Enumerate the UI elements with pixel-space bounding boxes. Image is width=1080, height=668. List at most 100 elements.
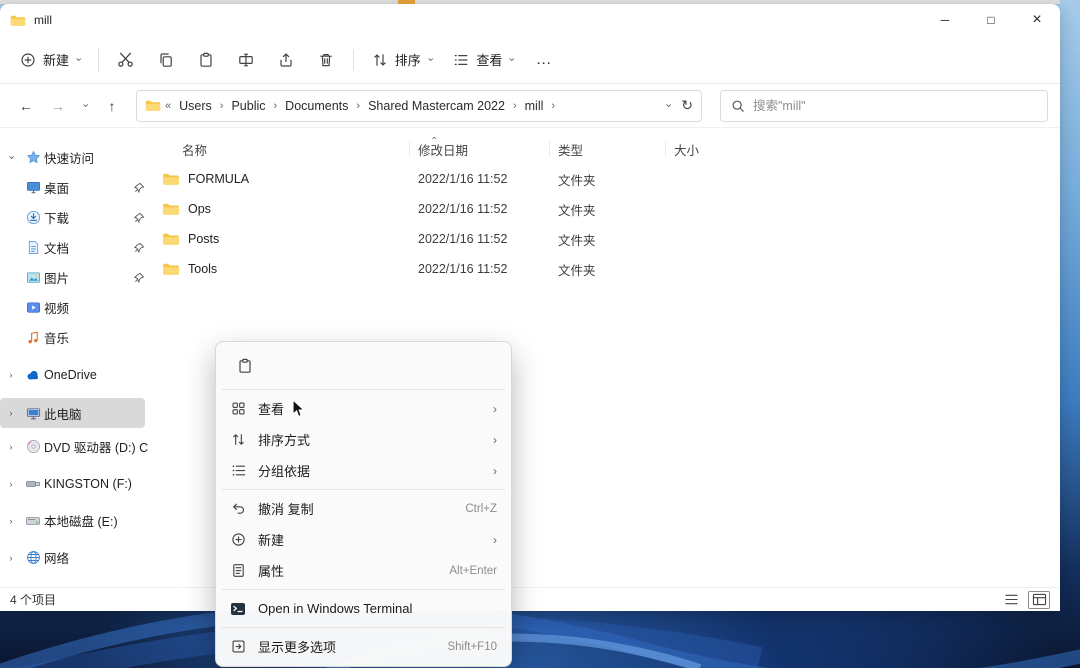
column-header-size[interactable]: 大小 [666,141,736,158]
navigation-bar: ← → › ↑ « Users › Public › Documents › S… [0,84,1060,128]
window-folder-icon [10,14,26,27]
menu-item-undo-copy[interactable]: 撤消 复制 Ctrl+Z [220,493,507,524]
file-date: 2022/1/16 11:52 [418,172,508,186]
sidebar-item-desktop[interactable]: 桌面 [0,172,150,202]
chevron-down-icon: › [505,57,518,62]
sidebar-item-kingston[interactable]: › KINGSTON (F:) [0,465,150,502]
scissors-icon [117,51,134,68]
breadcrumb-documents[interactable]: Documents [281,99,352,113]
chevron-right-icon: › [9,478,13,489]
sidebar-item-label: 桌面 [44,181,70,196]
back-button[interactable]: ← [12,92,40,120]
sidebar-item-this-pc[interactable]: › 此电脑 [0,398,145,428]
view-label: 查看 [476,53,503,68]
cut-button[interactable] [107,43,145,77]
paste-button[interactable] [228,351,262,381]
sidebar-item-music[interactable]: 音乐 [0,322,150,352]
plus-circle-icon [228,532,248,547]
new-button[interactable]: 新建 › [10,43,90,77]
sidebar-item-local-disk[interactable]: › 本地磁盘 (E:) [0,502,150,539]
breadcrumb-separator: › [219,99,224,112]
breadcrumb-separator: › [273,99,278,112]
share-button[interactable] [267,43,305,77]
sort-button[interactable]: 排序 › [362,43,442,77]
file-date: 2022/1/16 11:52 [418,232,508,246]
file-row[interactable]: Tools 2022/1/16 11:52 文件夹 [150,254,1060,284]
list-view-toggle[interactable] [1000,591,1022,609]
search-box[interactable] [720,89,1048,122]
folder-icon [162,172,180,186]
sidebar-item-documents[interactable]: 文档 [0,232,150,262]
breadcrumb-overflow[interactable]: « [163,100,173,112]
breadcrumb-mill[interactable]: mill [521,99,548,113]
menu-separator [222,489,505,490]
sidebar-item-dvd-drive[interactable]: › DVD 驱动器 (D:) CR [0,428,150,465]
clipboard-paste-icon [198,52,214,68]
file-date: 2022/1/16 11:52 [418,262,508,276]
sidebar-item-label: DVD 驱动器 (D:) CR [44,441,148,455]
file-row[interactable]: Posts 2022/1/16 11:52 文件夹 [150,224,1060,254]
maximize-button[interactable]: □ [968,4,1014,36]
file-row[interactable]: FORMULA 2022/1/16 11:52 文件夹 [150,164,1060,194]
file-type: 文件夹 [558,263,596,278]
sidebar-item-network[interactable]: › 网络 [0,539,150,576]
file-row[interactable]: Ops 2022/1/16 11:52 文件夹 [150,194,1060,224]
copy-button[interactable] [147,43,185,77]
sort-ascending-icon: › [428,136,439,140]
status-bar: 4 个项目 [0,587,1060,611]
menu-item-group-by[interactable]: 分组依据 › [220,455,507,486]
window-controls: ─ □ × [922,4,1060,36]
pin-icon [130,212,148,223]
chevron-down-icon: › [424,57,437,62]
dvd-disc-icon [22,439,44,454]
more-options-button[interactable]: … [525,43,563,77]
paste-button[interactable] [187,43,225,77]
menu-item-new[interactable]: 新建 › [220,524,507,555]
rename-button[interactable] [227,43,265,77]
sidebar-item-downloads[interactable]: 下载 [0,202,150,232]
column-header-date[interactable]: 修改日期 [410,141,550,158]
breadcrumb-public[interactable]: Public [227,99,269,113]
menu-item-show-more-options[interactable]: 显示更多选项 Shift+F10 [220,631,507,662]
up-button[interactable]: ↑ [98,92,126,120]
view-button[interactable]: 查看 › [443,43,523,77]
menu-item-view[interactable]: 查看 › [220,393,507,424]
recent-locations-button[interactable]: › [76,92,94,120]
grid-icon [228,401,248,416]
sidebar-item-videos[interactable]: 视频 [0,292,150,322]
menu-item-sort-by[interactable]: 排序方式 › [220,424,507,455]
menu-item-open-in-terminal[interactable]: Open in Windows Terminal [220,593,507,624]
close-button[interactable]: × [1014,4,1060,36]
search-input[interactable] [753,98,1037,113]
file-name: FORMULA [188,172,250,186]
sidebar-item-onedrive[interactable]: › OneDrive [0,360,150,390]
new-label: 新建 [43,53,70,68]
pin-icon [130,272,148,283]
delete-button[interactable] [307,43,345,77]
refresh-button[interactable]: ↻ [681,97,693,114]
breadcrumb-separator: › [551,99,556,112]
menu-shortcut: Alt+Enter [449,564,497,577]
menu-item-label: Open in Windows Terminal [258,601,413,616]
terminal-icon [228,602,248,616]
videos-icon [22,300,44,315]
menu-separator [222,589,505,590]
column-header-name[interactable]: 名称 [162,141,410,158]
address-bar[interactable]: « Users › Public › Documents › Shared Ma… [136,89,702,122]
forward-button[interactable]: → [44,92,72,120]
minimize-button[interactable]: ─ [922,4,968,36]
breadcrumb-users[interactable]: Users [175,99,216,113]
show-more-options-icon [228,639,248,654]
breadcrumb-shared-mastercam[interactable]: Shared Mastercam 2022 [364,99,509,113]
group-list-icon [228,463,248,478]
sidebar-item-pictures[interactable]: 图片 [0,262,150,292]
sidebar-item-label: 音乐 [44,331,70,346]
sidebar-item-quick-access[interactable]: › 快速访问 [0,142,150,172]
column-header-type[interactable]: 类型 [550,141,666,158]
onedrive-cloud-icon [22,367,44,383]
sidebar-item-label: 图片 [44,271,70,286]
sidebar-item-label: 此电脑 [44,407,82,422]
details-view-toggle[interactable] [1028,590,1050,609]
menu-item-properties[interactable]: 属性 Alt+Enter [220,555,507,586]
address-dropdown-chevron[interactable]: › [662,104,674,108]
